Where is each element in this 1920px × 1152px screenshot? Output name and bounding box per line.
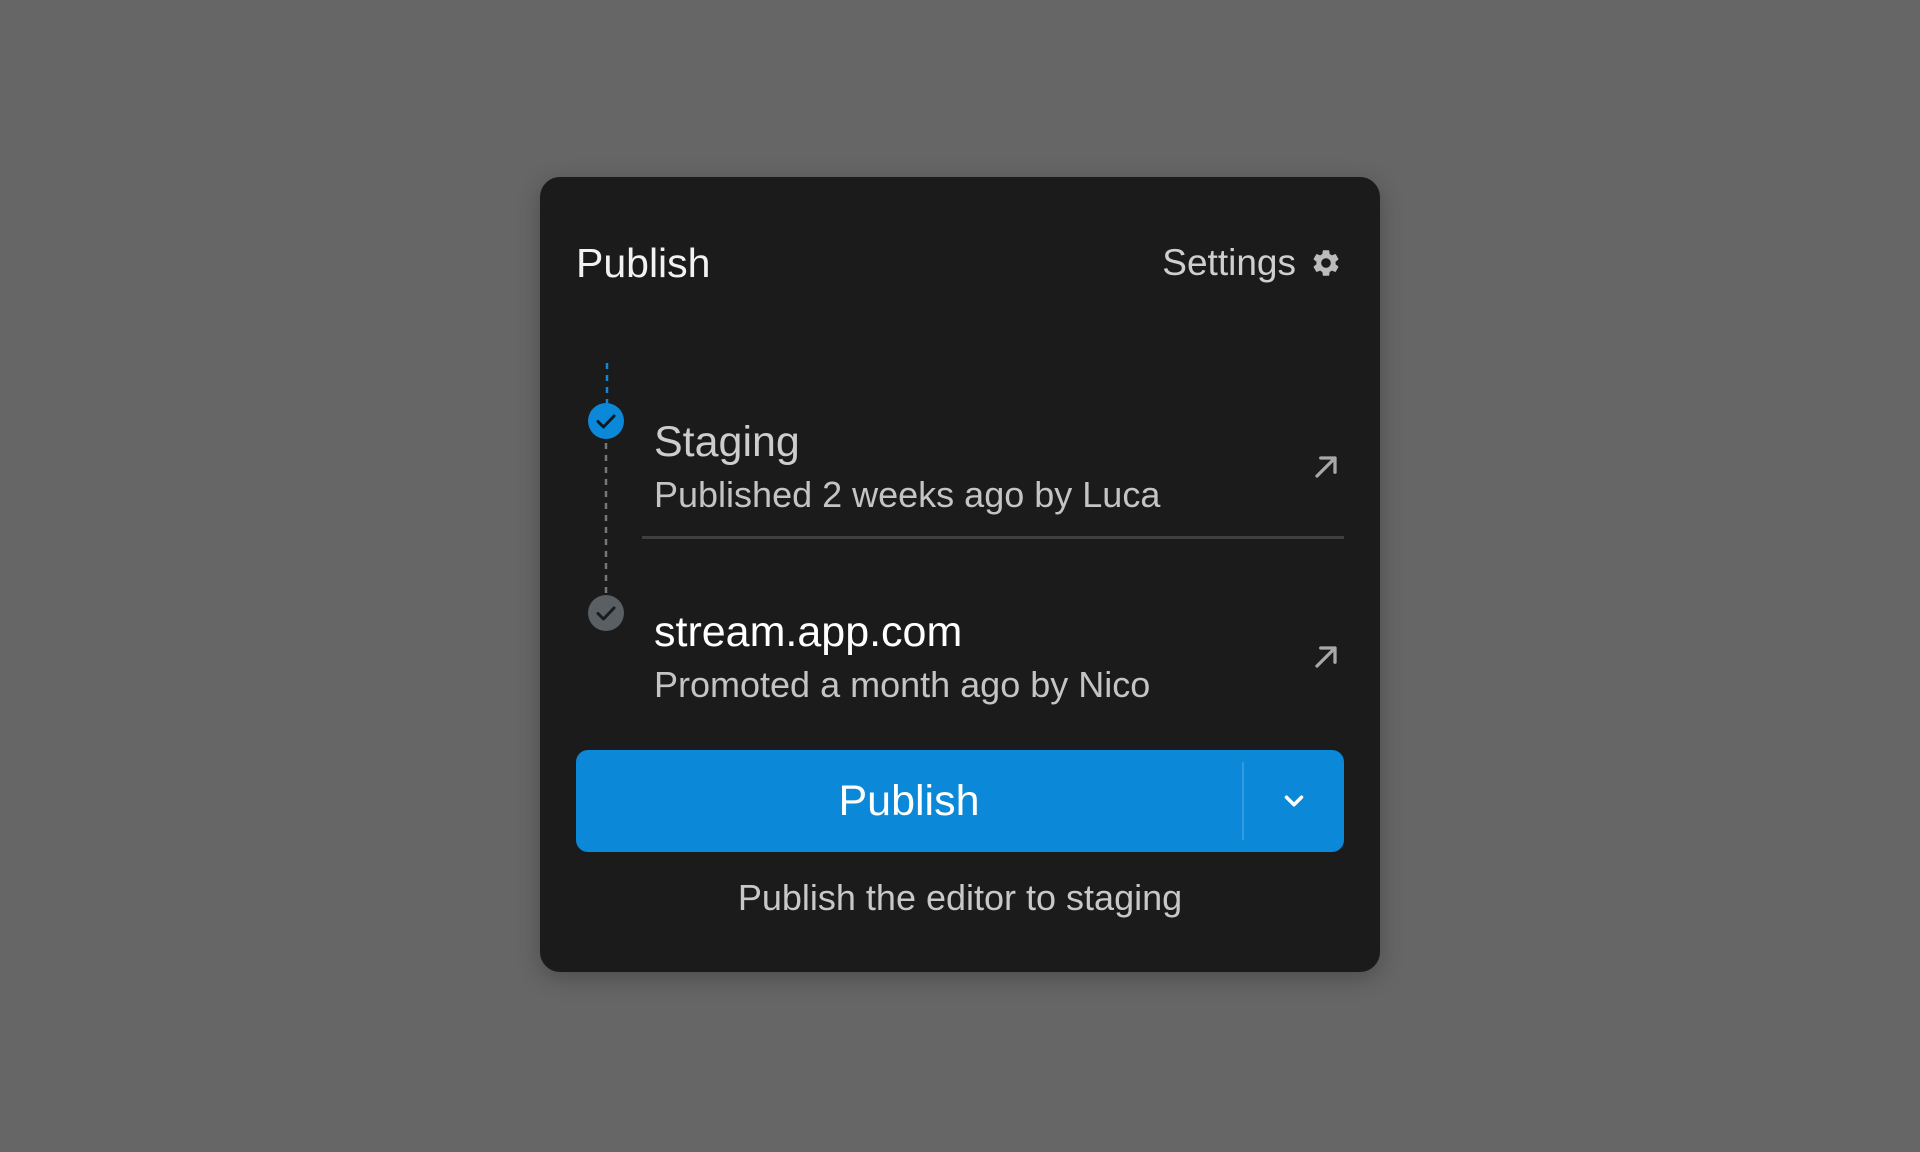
environment-meta: Promoted a month ago by Nico (654, 664, 1151, 705)
publish-options-button[interactable] (1244, 750, 1344, 852)
environment-name: stream.app.com (654, 608, 963, 656)
publish-panel: Publish Settings Staging Published 2 wee… (540, 177, 1380, 972)
environment-row-staging[interactable]: Staging Published 2 weeks ago by Luca (654, 392, 1344, 542)
settings-button[interactable]: Settings (1162, 242, 1342, 284)
deploy-timeline (588, 363, 624, 631)
arrow-up-right-icon[interactable] (1308, 449, 1344, 485)
publish-split-button: Publish (576, 750, 1344, 852)
publish-hint: Publish the editor to staging (737, 877, 1183, 918)
split-button-separator (1242, 762, 1244, 840)
environment-row-production[interactable]: stream.app.com Promoted a month ago by N… (654, 582, 1344, 732)
environment-info: Staging Published 2 weeks ago by Luca (654, 416, 1160, 518)
chevron-down-icon (1284, 795, 1304, 807)
environment-name: Staging (654, 418, 800, 466)
check-circle-inactive-icon (588, 595, 624, 631)
panel-title: Publish (576, 239, 711, 286)
row-divider (642, 536, 1344, 539)
settings-label: Settings (1162, 242, 1296, 283)
environment-meta: Published 2 weeks ago by Luca (654, 474, 1161, 515)
arrow-up-right-icon[interactable] (1308, 639, 1344, 675)
gear-icon (1313, 250, 1339, 276)
panel-header: Publish Settings (576, 237, 1342, 289)
publish-button[interactable]: Publish (576, 750, 1242, 852)
check-circle-active-icon (588, 403, 624, 439)
environment-info: stream.app.com Promoted a month ago by N… (654, 606, 1150, 708)
